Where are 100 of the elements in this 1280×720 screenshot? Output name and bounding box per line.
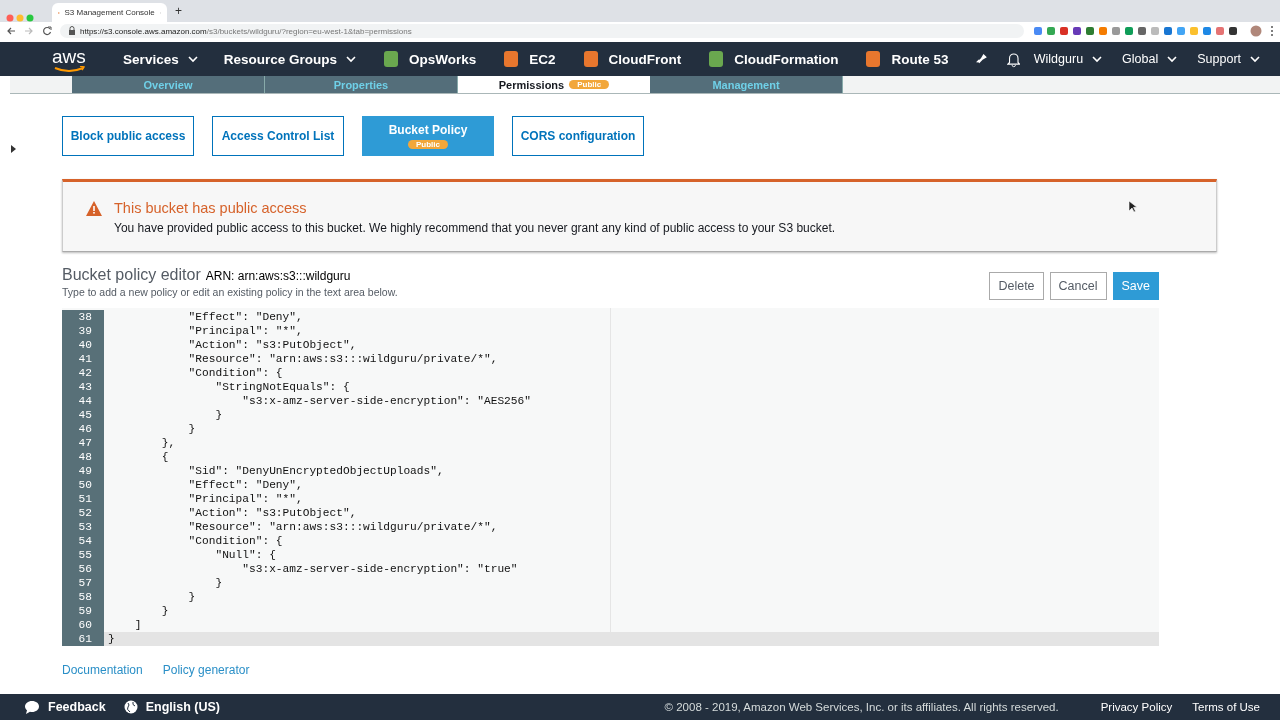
line-number: 55 <box>62 548 104 562</box>
code-line: "Effect": "Deny", <box>187 478 303 492</box>
code-line: ] <box>133 618 142 632</box>
pin-icon <box>974 52 989 66</box>
service-icon <box>707 50 726 68</box>
nav-menu[interactable]: CloudFormation <box>707 50 839 68</box>
code-line: "Condition": { <box>187 366 283 380</box>
policy-code-editor[interactable] <box>62 308 1159 646</box>
editor-title: Bucket policy editor <box>62 266 201 283</box>
code-line: } <box>187 422 196 436</box>
smile-arrow-icon <box>52 65 85 72</box>
code-line: "Null": { <box>214 548 276 562</box>
code-line: { <box>160 450 169 464</box>
nav-menu[interactable]: Wildguru <box>1033 52 1103 66</box>
nav-menu[interactable]: Route 53 <box>864 50 949 68</box>
code-line: "Sid": "DenyUnEncryptedObjectUploads", <box>187 464 444 478</box>
nav-menu[interactable]: Services <box>123 51 198 67</box>
aws-logo[interactable]: aws <box>52 46 86 72</box>
permission-tab[interactable]: Block public access <box>62 116 194 156</box>
code-line: "Effect": "Deny", <box>187 310 303 324</box>
footer-link[interactable]: Privacy Policy <box>1100 701 1173 713</box>
line-number: 53 <box>62 520 104 534</box>
bucket-tab[interactable]: Permissions Public <box>458 76 650 93</box>
line-number: 38 <box>62 310 104 324</box>
line-number: 42 <box>62 366 104 380</box>
code-line: } <box>214 576 223 590</box>
code-line: "s3:x-amz-server-side-encryption": "true" <box>241 562 518 576</box>
line-number: 52 <box>62 506 104 520</box>
service-icon <box>381 50 400 68</box>
line-number: 46 <box>62 422 104 436</box>
code-line: "Resource": "arn:aws:s3:::wildguru/private/*", <box>187 352 498 366</box>
reload-icon <box>42 26 52 36</box>
mouse-cursor-icon <box>1128 200 1138 213</box>
expand-sidebar-icon <box>10 144 17 154</box>
editor-hint: Type to add a new policy or edit an existing policy in the text area below. <box>62 286 398 298</box>
line-number: 39 <box>62 324 104 338</box>
nav-menu[interactable]: CloudFront <box>581 50 682 68</box>
line-number: 60 <box>62 618 104 632</box>
code-line: } <box>187 590 196 604</box>
code-line: "s3:x-amz-server-side-encryption": "AES256" <box>241 394 531 408</box>
service-icon <box>581 50 600 68</box>
public-badge: Public <box>408 140 448 149</box>
code-line: "Action": "s3:PutObject", <box>187 506 357 520</box>
line-number: 45 <box>62 408 104 422</box>
address-bar[interactable]: https://s3.console.aws.amazon.com/s3/buckets/wildguru/?region=eu-west-1&tab=permissions <box>60 24 1024 38</box>
public-badge: Public <box>569 80 610 89</box>
back-icon <box>6 26 16 36</box>
permission-tab[interactable]: Access Control List <box>212 116 344 156</box>
bucket-arn: ARN: arn:aws:s3:::wildguru <box>205 269 351 283</box>
help-link[interactable]: Documentation <box>62 663 143 677</box>
line-number: 56 <box>62 562 104 576</box>
service-icon <box>864 50 883 68</box>
forward-icon <box>24 26 34 36</box>
code-line: "StringNotEquals": { <box>214 380 350 394</box>
window-controls-icon <box>6 14 34 22</box>
alert-message: You have provided public access to this bucket. We highly recommend that you never grant any kind of public access to your S3 bucket. <box>114 221 836 235</box>
nav-menu[interactable]: Resource Groups <box>223 51 356 67</box>
browser-tab[interactable]: S3 Management Console <box>52 3 167 22</box>
caret-icon <box>345 55 356 63</box>
caret-icon <box>187 55 198 63</box>
line-number: 51 <box>62 492 104 506</box>
line-number: 59 <box>62 604 104 618</box>
caret-icon <box>1092 55 1103 63</box>
line-number: 57 <box>62 576 104 590</box>
line-number: 44 <box>62 394 104 408</box>
bell-icon <box>1006 50 1021 68</box>
nav-menu[interactable]: EC2 <box>502 50 556 68</box>
code-line: "Resource": "arn:aws:s3:::wildguru/private/*", <box>187 520 498 534</box>
language-selector[interactable]: English (US) <box>123 700 220 714</box>
line-number: 54 <box>62 534 104 548</box>
code-line: "Principal": "*", <box>187 324 303 338</box>
caret-icon <box>1167 55 1178 63</box>
line-number: 41 <box>62 352 104 366</box>
line-number: 49 <box>62 464 104 478</box>
action-button[interactable]: Cancel <box>1049 272 1107 300</box>
feedback-button[interactable]: Feedback <box>24 699 106 715</box>
action-button[interactable]: Delete <box>989 272 1044 300</box>
permission-tab[interactable]: CORS configuration <box>512 116 644 156</box>
new-tab-button[interactable]: + <box>175 4 182 18</box>
footer-link[interactable]: Terms of Use <box>1192 701 1260 713</box>
more-icon <box>1270 25 1274 37</box>
line-number: 40 <box>62 338 104 352</box>
nav-menu[interactable]: Global <box>1122 52 1178 66</box>
line-number: 61 <box>62 632 104 646</box>
code-line: } <box>160 604 169 618</box>
code-line: } <box>107 632 115 646</box>
caret-icon <box>1250 55 1260 63</box>
service-icon <box>502 50 521 68</box>
code-line: } <box>214 408 223 422</box>
line-number: 50 <box>62 478 104 492</box>
code-line: "Principal": "*", <box>187 492 303 506</box>
warning-icon <box>85 200 103 217</box>
nav-menu[interactable]: OpsWorks <box>381 50 477 68</box>
nav-menu[interactable]: Support <box>1197 52 1260 66</box>
globe-icon <box>123 700 138 714</box>
help-link[interactable]: Policy generator <box>162 663 250 677</box>
line-number: 43 <box>62 380 104 394</box>
speech-bubble-icon <box>24 699 40 715</box>
lock-icon <box>68 26 76 36</box>
code-line: "Condition": { <box>187 534 283 548</box>
